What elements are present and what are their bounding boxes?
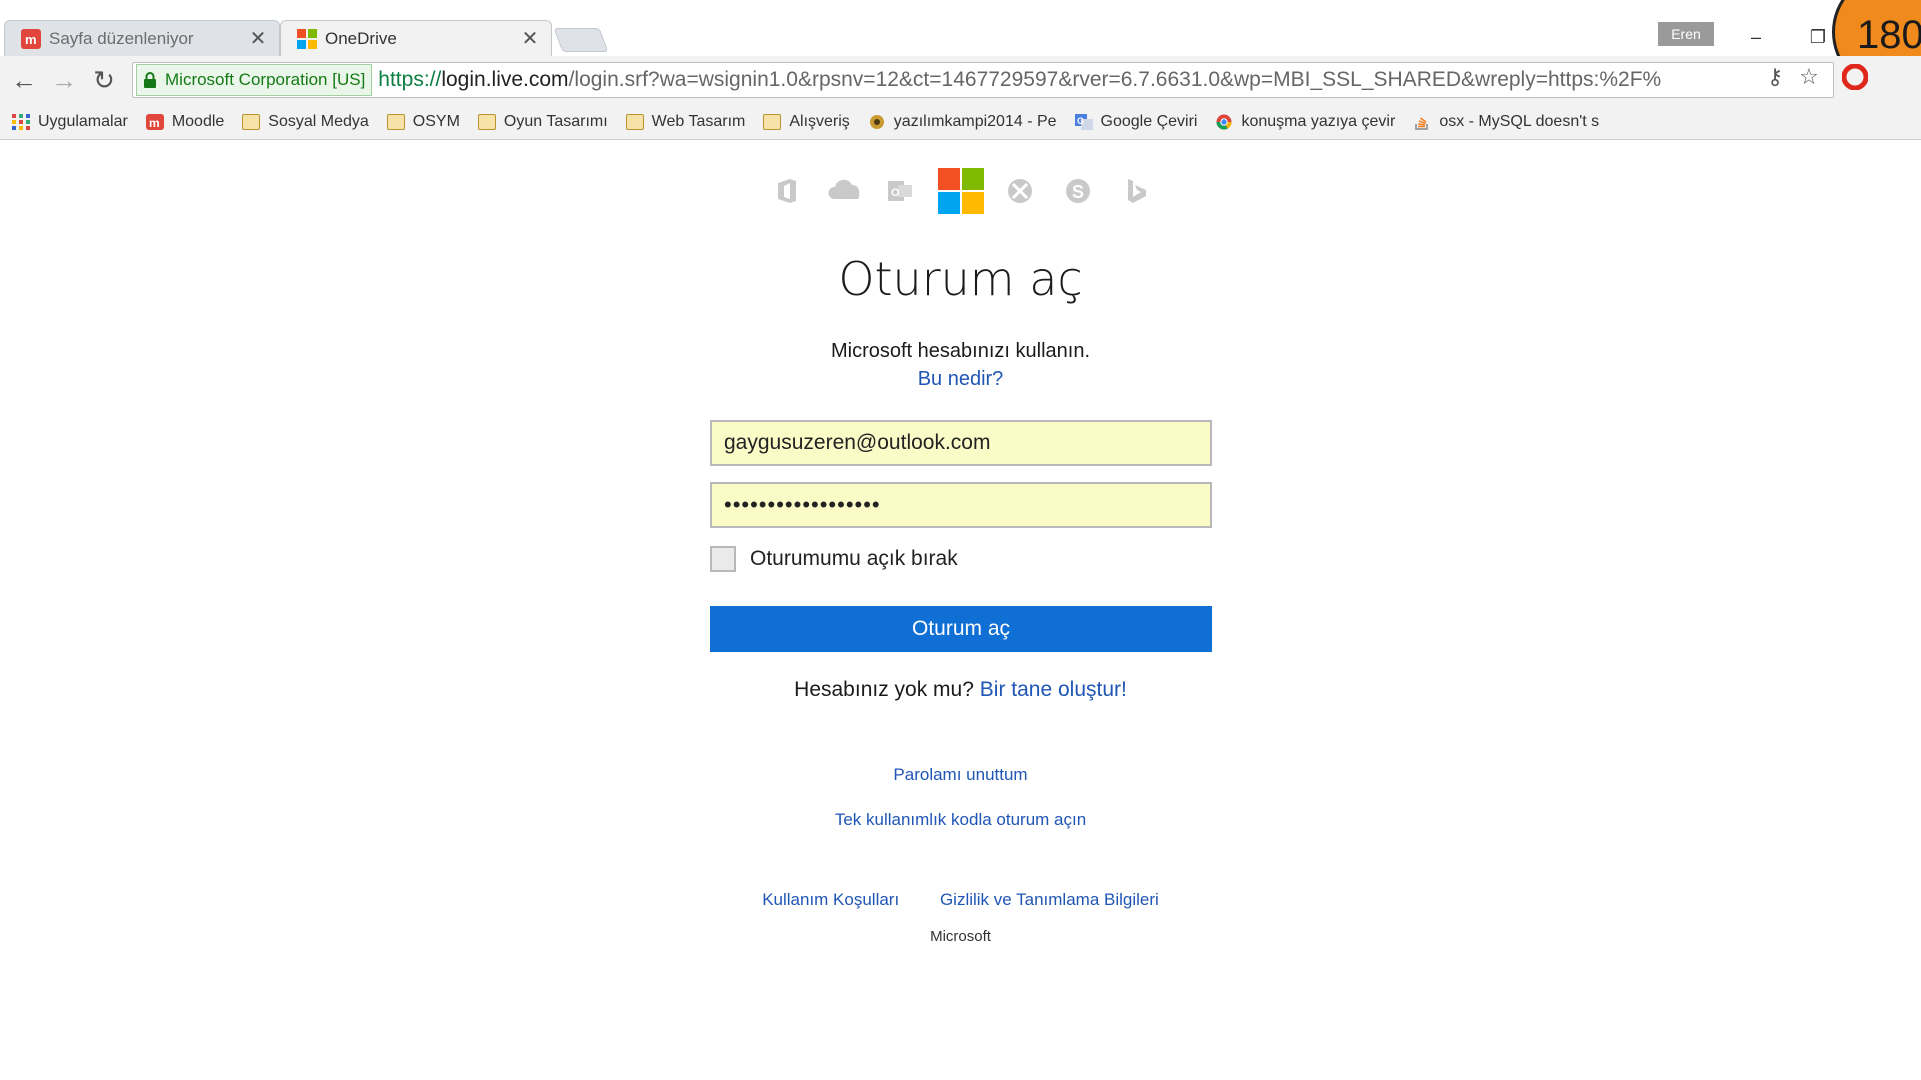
minimize-icon[interactable]: – xyxy=(1736,22,1776,52)
xbox-icon xyxy=(1008,179,1032,203)
one-time-code-link[interactable]: Tek kullanımlık kodla oturum açın xyxy=(835,810,1086,829)
terms-link[interactable]: Kullanım Koşulları xyxy=(762,890,899,909)
no-account-row: Hesabınız yok mu? Bir tane oluştur! xyxy=(0,678,1921,702)
no-account-text: Hesabınız yok mu? xyxy=(794,678,974,701)
bookmarks-bar: Uygulamalar m Moodle Sosyal Medya OSYM O… xyxy=(0,104,1921,140)
profile-badge[interactable]: Eren xyxy=(1658,22,1714,46)
svg-text:m: m xyxy=(25,32,37,47)
microsoft-favicon-icon xyxy=(297,28,317,49)
bookmark-folder-web-tasarim[interactable]: Web Tasarım xyxy=(625,112,746,131)
forgot-password-row: Parolamı unuttum xyxy=(0,765,1921,785)
svg-text:O: O xyxy=(891,187,900,199)
signin-subtitle: Microsoft hesabınızı kullanın. xyxy=(830,340,1090,362)
one-time-code-row: Tek kullanımlık kodla oturum açın xyxy=(0,810,1921,830)
footer-microsoft: Microsoft xyxy=(930,928,991,945)
skype-icon: S xyxy=(1066,179,1090,203)
password-field[interactable]: •••••••••••••••••• xyxy=(710,482,1212,528)
folder-icon xyxy=(625,113,644,130)
bookmark-konusma[interactable]: konuşma yazıya çevir xyxy=(1215,113,1395,131)
svg-text:m: m xyxy=(149,116,160,130)
bookmark-apps[interactable]: Uygulamalar xyxy=(12,113,128,131)
bookmark-folder-sosyal-medya[interactable]: Sosyal Medya xyxy=(242,113,369,131)
browser-titlebar: m Sayfa düzenleniyor ✕ OneDrive ✕ Eren –… xyxy=(0,0,1921,92)
url-path: /login.srf?wa=wsignin1.0&rpsnv=12&ct=146… xyxy=(568,68,1662,91)
back-arrow-icon[interactable]: ← xyxy=(8,64,40,96)
bookmark-folder-oyun-tasarimi[interactable]: Oyun Tasarımı xyxy=(477,112,608,131)
bookmark-label: yazılımkampi2014 - Pe xyxy=(893,112,1057,130)
tab-title: Sayfa düzenleniyor xyxy=(49,28,194,48)
onedrive-cloud-icon xyxy=(828,179,860,199)
bookmark-folder-alisveris[interactable]: Alışveriş xyxy=(763,112,850,131)
bookmark-label: Moodle xyxy=(171,112,225,130)
tab-title: OneDrive xyxy=(325,28,397,48)
ev-label: Microsoft Corporation [US] xyxy=(165,70,366,89)
bookmark-label: Uygulamalar xyxy=(38,112,128,130)
bookmark-star-icon[interactable]: ☆ xyxy=(1794,62,1824,92)
bookmark-label: konuşma yazıya çevir xyxy=(1241,112,1396,130)
email-field[interactable]: gaygusuzeren@outlook.com xyxy=(710,420,1212,466)
what-is-this-link-wrap: Bu nedir? xyxy=(0,368,1921,391)
bookmark-label: osx - MySQL doesn't s xyxy=(1439,112,1600,130)
url-scheme: https:// xyxy=(378,68,442,91)
key-icon[interactable]: ⚷ xyxy=(1760,62,1790,92)
bookmark-label: Web Tasarım xyxy=(651,112,746,130)
page-title: Oturum aç xyxy=(838,252,1083,306)
new-tab-button[interactable] xyxy=(553,28,609,52)
reload-icon[interactable]: ↻ xyxy=(88,64,120,96)
office-icon xyxy=(778,179,796,203)
moodle-favicon-icon: m xyxy=(21,28,41,49)
folder-icon xyxy=(242,113,261,130)
apps-grid-icon xyxy=(12,113,30,130)
create-account-link[interactable]: Bir tane oluştur! xyxy=(980,678,1127,701)
bookmark-label: Google Çeviri xyxy=(1100,112,1198,130)
folder-icon xyxy=(763,113,782,130)
forgot-password-link[interactable]: Parolamı unuttum xyxy=(893,765,1027,784)
bookmark-moodle[interactable]: m Moodle xyxy=(145,112,225,131)
folder-icon xyxy=(386,113,405,130)
url-text[interactable]: https://login.live.com/login.srf?wa=wsig… xyxy=(378,68,1661,92)
outlook-icon: O xyxy=(888,181,912,201)
lock-icon xyxy=(144,72,156,88)
bookmark-label: Oyun Tasarımı xyxy=(503,112,608,130)
overlay-number: 180 xyxy=(1857,13,1921,57)
footer-links: Kullanım Koşulları Gizlilik ve Tanımlama… xyxy=(0,890,1921,910)
microsoft-logo-icon xyxy=(938,168,984,214)
bing-icon xyxy=(1128,179,1146,203)
privacy-link[interactable]: Gizlilik ve Tanımlama Bilgileri xyxy=(940,890,1159,909)
bookmark-label: Alışveriş xyxy=(789,112,850,130)
bookmark-label: OSYM xyxy=(412,112,460,130)
bookmark-folder-osym[interactable]: OSYM xyxy=(386,112,460,131)
tab-sayfa-duzenleniyor[interactable]: m Sayfa düzenleniyor ✕ xyxy=(4,20,280,56)
bookmark-google-ceviri[interactable]: G Google Çeviri xyxy=(1074,112,1198,131)
microsoft-products-row: O S xyxy=(760,165,1160,217)
moodle-icon: m xyxy=(145,113,164,130)
keep-signed-in-row[interactable]: Oturumumu açık bırak xyxy=(710,544,958,574)
what-is-this-link[interactable]: Bu nedir? xyxy=(918,368,1004,390)
badge-icon xyxy=(869,114,884,129)
url-host: login.live.com xyxy=(441,68,569,91)
opera-extension-icon[interactable] xyxy=(1840,62,1870,92)
bookmark-yazilimkampi[interactable]: yazılımkampi2014 - Pe xyxy=(868,113,1057,131)
close-tab-icon[interactable]: ✕ xyxy=(247,26,269,51)
signin-button[interactable]: Oturum aç xyxy=(710,606,1212,652)
keep-signed-in-label: Oturumumu açık bırak xyxy=(750,547,958,570)
chrome-icon xyxy=(1216,114,1232,129)
address-bar[interactable]: Microsoft Corporation [US] https://login… xyxy=(132,62,1834,98)
svg-text:S: S xyxy=(1072,182,1084,202)
bookmark-osx-mysql[interactable]: osx - MySQL doesn't s xyxy=(1413,113,1599,131)
tab-onedrive[interactable]: OneDrive ✕ xyxy=(280,20,552,56)
svg-text:G: G xyxy=(1077,116,1084,126)
ev-certificate-chip[interactable]: Microsoft Corporation [US] xyxy=(136,64,373,96)
translate-icon: G xyxy=(1074,113,1093,130)
browser-toolbar: ← → ↻ Microsoft Corporation [US] https:/… xyxy=(0,56,1921,104)
forward-arrow-icon[interactable]: → xyxy=(48,64,80,96)
keep-signed-in-checkbox[interactable] xyxy=(710,546,736,572)
stackoverflow-icon xyxy=(1415,116,1429,130)
bookmark-label: Sosyal Medya xyxy=(268,112,369,130)
folder-icon xyxy=(477,113,496,130)
close-tab-icon[interactable]: ✕ xyxy=(519,26,541,51)
